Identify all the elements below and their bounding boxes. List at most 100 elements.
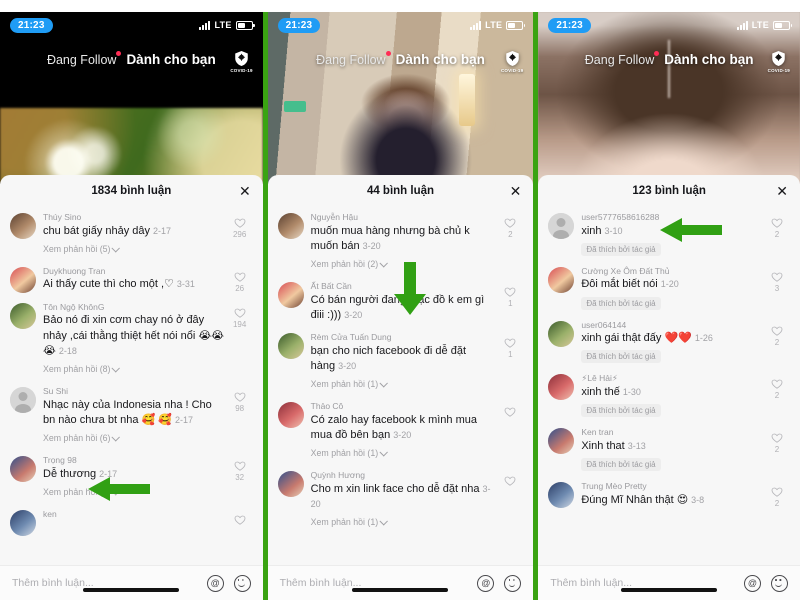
avatar[interactable] [277, 213, 304, 239]
close-icon[interactable]: ✕ [239, 184, 251, 198]
comment-author-name[interactable]: Quỳnh Hương [311, 470, 496, 481]
avatar[interactable] [548, 320, 575, 347]
smiley-icon[interactable] [504, 574, 522, 592]
tab-following-label: Đang Follow [46, 52, 117, 67]
view-replies-button[interactable]: Xem phản hồi (2) [311, 259, 389, 269]
avatar[interactable] [548, 481, 575, 508]
avatar[interactable] [548, 428, 575, 455]
tab-following[interactable]: Đang Follow [316, 50, 391, 67]
like-button[interactable]: 1 [495, 280, 525, 323]
avatar[interactable] [277, 332, 304, 359]
covid-info-button[interactable]: COVID-19 [501, 50, 523, 73]
comment-author-name[interactable]: Trung Mèo Pretty [581, 481, 762, 492]
mention-icon[interactable]: @ [206, 574, 224, 592]
comment-author-name[interactable]: Su Shi [43, 386, 225, 397]
comment-row[interactable]: Rèm Cửa Tuấn Dung bạn cho nich facebook đ… [268, 327, 534, 396]
comment-author-name[interactable]: Rèm Cửa Tuấn Dung [311, 332, 496, 343]
comment-author-name[interactable]: Cường Xe Ôm Đất Thủ [581, 266, 762, 277]
tab-for-you[interactable]: Dành cho bạn [396, 52, 485, 67]
like-button[interactable]: 2 [762, 480, 792, 508]
like-button[interactable]: 2 [762, 426, 792, 472]
like-button[interactable]: 2 [495, 211, 525, 272]
like-button[interactable] [225, 508, 255, 536]
like-button[interactable]: 2 [762, 319, 792, 365]
comment-row[interactable]: ⚡Lê Hải⚡ xinh thế 1-30 Đã thích bởi tác giả… [538, 368, 800, 422]
view-replies-button[interactable]: Xem phản hồi (5) [43, 244, 121, 254]
like-button[interactable]: 2 [762, 211, 792, 257]
comment-row[interactable]: Thảo Cô Có zalo hay facebook k mình mua m… [268, 396, 534, 465]
mention-icon[interactable]: @ [744, 574, 761, 592]
comment-row[interactable]: Su Shi Nhạc này của Indonesia nha ! Cho b… [0, 381, 263, 450]
like-button[interactable] [495, 400, 525, 461]
close-icon[interactable]: ✕ [776, 184, 788, 198]
comment-row[interactable]: Ken tran Xinh that 3-13 Đã thích bởi tác gi… [538, 422, 800, 476]
comment-list-2[interactable]: Nguyễn Hậu muốn mua hàng nhưng bà chủ k m… [268, 207, 534, 565]
comment-author-name[interactable]: Duykhuong Tran [43, 266, 225, 277]
close-icon[interactable]: ✕ [510, 184, 522, 198]
like-button[interactable]: 1 [495, 331, 525, 392]
like-button[interactable]: 194 [225, 301, 255, 377]
avatar[interactable] [10, 302, 36, 329]
avatar[interactable] [10, 266, 36, 293]
comment-row[interactable]: Cường Xe Ôm Đất Thủ Đôi mắt biết nói 1-20 Đ… [538, 261, 800, 315]
avatar[interactable] [277, 401, 304, 428]
video-backdrop-1[interactable]: 21:23 LTE Đang Follow Dành cho bạn COVID… [0, 12, 263, 184]
covid-info-button[interactable]: COVID-19 [768, 50, 790, 73]
comment-row[interactable]: Thúy Sino chu bát giấy nhảy dây 2-17 Xem ph… [0, 207, 263, 261]
avatar[interactable] [548, 374, 575, 401]
like-button[interactable]: 32 [225, 454, 255, 500]
avatar[interactable] [548, 266, 575, 293]
comment-row[interactable]: Quỳnh Hương Cho m xin link face cho dễ đặ… [268, 465, 534, 534]
smiley-icon[interactable] [771, 574, 788, 592]
like-button[interactable]: 26 [225, 265, 255, 293]
like-button[interactable]: 3 [762, 265, 792, 311]
battery-icon [506, 20, 526, 30]
tab-for-you[interactable]: Dành cho bạn [126, 52, 215, 67]
tab-for-you[interactable]: Dành cho bạn [664, 52, 753, 67]
covid-label: COVID-19 [767, 68, 790, 73]
like-button[interactable]: 296 [225, 211, 255, 257]
comment-author-name[interactable]: ken [43, 509, 225, 520]
comment-author-name[interactable]: Nguyễn Hậu [311, 212, 496, 223]
avatar[interactable] [277, 470, 304, 497]
view-replies-button[interactable]: Xem phản hồi (1) [311, 379, 389, 389]
avatar[interactable] [10, 509, 36, 536]
smiley-icon[interactable] [233, 574, 251, 592]
comment-input-bar[interactable]: Thêm bình luận... @ [538, 565, 800, 600]
video-backdrop-3[interactable]: 21:23 LTE Đang Follow Dành cho bạn COVID… [538, 12, 800, 184]
tab-following[interactable]: Đang Follow [585, 50, 660, 67]
avatar[interactable] [277, 281, 304, 308]
avatar[interactable] [548, 213, 575, 239]
comment-author-name[interactable]: Tôn Ngộ KhônG [43, 302, 225, 313]
comment-author-name[interactable]: Thúy Sino [43, 212, 225, 223]
comment-author-name[interactable]: Thảo Cô [311, 401, 496, 412]
covid-info-button[interactable]: COVID-19 [230, 50, 252, 73]
video-backdrop-2[interactable]: 21:23 LTE Đang Follow Dành cho bạn COVID… [267, 12, 534, 184]
mention-icon[interactable]: @ [477, 574, 495, 592]
comment-input-bar[interactable]: Thêm bình luận... @ [267, 565, 534, 600]
like-button[interactable]: 2 [762, 372, 792, 418]
view-replies-button[interactable]: Xem phản hồi (1) [311, 517, 389, 527]
comment-row[interactable]: Duykhuong Tran Ai thấy cute thì cho một ,… [0, 261, 263, 297]
view-replies-button[interactable]: Xem phản hồi (6) [43, 433, 121, 443]
comment-list-1[interactable]: Thúy Sino chu bát giấy nhảy dây 2-17 Xem ph… [0, 207, 263, 565]
comment-author-name[interactable]: ⚡Lê Hải⚡ [581, 373, 762, 384]
comment-row[interactable]: Tôn Ngộ KhônG Bảo nó đi xin cơm chay nó ở… [0, 297, 263, 381]
comment-author-name[interactable]: user064144 [581, 320, 762, 331]
view-replies-button[interactable]: Xem phản hồi (1) [311, 448, 389, 458]
comment-row[interactable]: user064144 xinh gái thật đấy ❤️❤️ 1-26 Đã t… [538, 315, 800, 369]
avatar[interactable] [10, 386, 36, 413]
comment-author-name[interactable]: Ken tran [581, 427, 762, 438]
comment-body: Cường Xe Ôm Đất Thủ Đôi mắt biết nói 1-20 Đ… [574, 265, 762, 311]
comment-row[interactable]: Trung Mèo Pretty Đúng Mĩ Nhân thật 😍 3-8 2 [538, 476, 800, 512]
like-button[interactable]: 98 [225, 385, 255, 446]
comment-row[interactable]: ken [0, 504, 263, 540]
tab-following[interactable]: Đang Follow [46, 50, 122, 67]
avatar[interactable] [10, 213, 36, 239]
like-button[interactable] [495, 469, 525, 530]
comment-author-name[interactable]: Trọng 98 [43, 455, 225, 466]
comment-list-3[interactable]: user5777658616288 xinh 3-10 Đã thích bởi tá… [538, 207, 800, 565]
avatar[interactable] [10, 455, 36, 482]
view-replies-button[interactable]: Xem phản hồi (8) [43, 364, 121, 374]
comment-input-bar[interactable]: Thêm bình luận... @ [0, 565, 263, 600]
